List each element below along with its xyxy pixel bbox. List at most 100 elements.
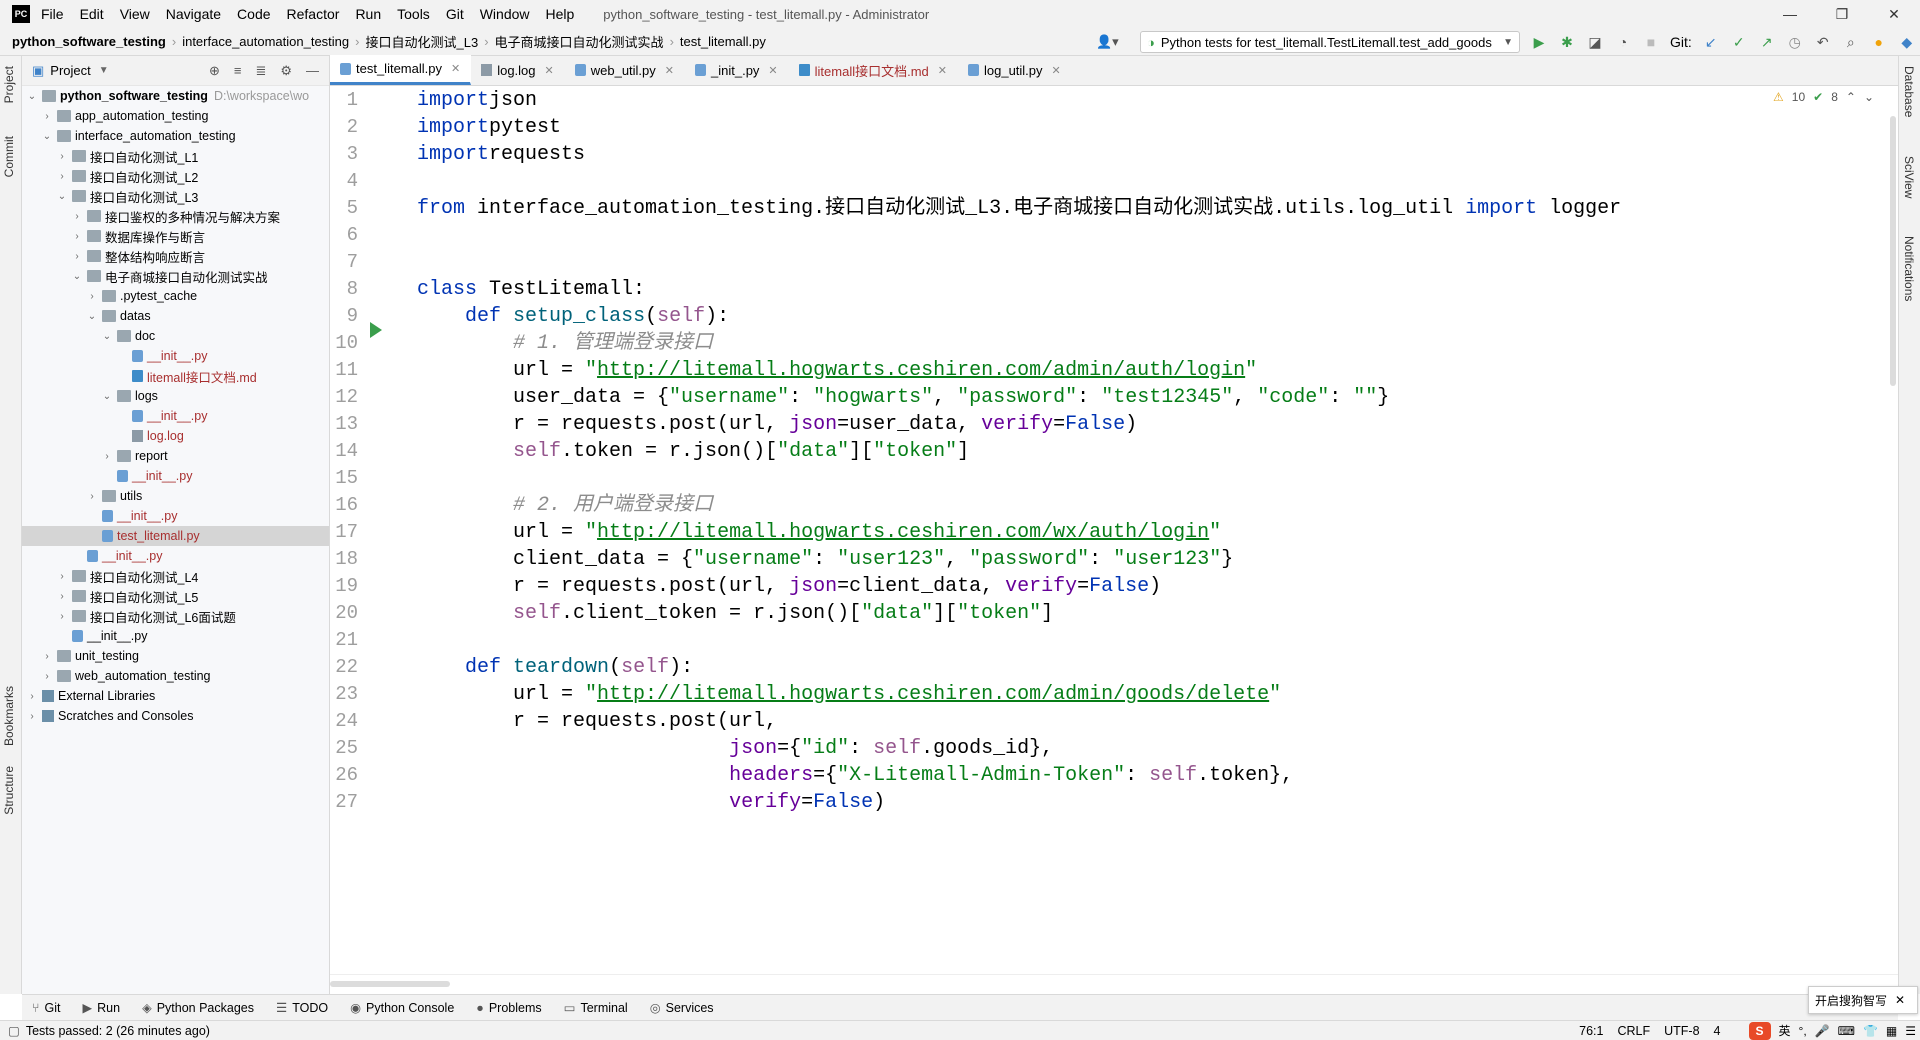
tree-item[interactable]: › 接口鉴权的多种情况与解决方案 xyxy=(22,206,329,226)
chevron-down-icon[interactable]: ⌄ xyxy=(26,91,38,102)
breadcrumb-item[interactable]: interface_automation_testing xyxy=(182,34,349,49)
breadcrumb-item[interactable]: test_litemall.py xyxy=(680,34,766,49)
chevron-right-icon[interactable]: › xyxy=(86,491,98,502)
tree-item[interactable]: ⌄ python_software_testing D:\workspace\wo xyxy=(22,86,329,106)
run-configuration-select[interactable]: ◑ Python tests for test_litemall.TestLit… xyxy=(1140,31,1520,53)
code-editor[interactable]: 1 2 3 4 5 6 7 8 9 10 11 12 13 14 15 16 17 18 19 20 21 22 23 24 2… xyxy=(330,86,1898,974)
close-icon[interactable]: ✕ xyxy=(768,64,777,77)
editor-tab[interactable]: web_util.py ✕ xyxy=(565,55,685,85)
profile-icon[interactable]: ◔ xyxy=(1614,34,1632,50)
code-line[interactable]: from interface_automation_testing.接口自动化测… xyxy=(417,192,1621,225)
breadcrumb-item[interactable]: 接口自动化测试_L3 xyxy=(366,32,479,51)
toolwindow-todo[interactable]: ☰ TODO xyxy=(276,1000,328,1016)
menu-file[interactable]: File xyxy=(40,6,65,22)
git-rollback-icon[interactable]: ↶ xyxy=(1814,34,1832,51)
code-line[interactable]: self.token = r.json()["data"]["token"] xyxy=(417,435,969,468)
toolbox-icon[interactable]: ▦ xyxy=(1886,1024,1897,1038)
editor-tab[interactable]: log.log ✕ xyxy=(471,55,565,85)
chevron-down-icon[interactable]: ⌄ xyxy=(101,331,113,342)
tree-item[interactable]: __init__.py xyxy=(22,626,329,646)
status-message[interactable]: Tests passed: 2 (26 minutes ago) xyxy=(26,1024,210,1038)
chevron-right-icon[interactable]: › xyxy=(56,151,68,162)
chevron-down-icon[interactable]: ⌄ xyxy=(101,391,113,402)
tree-item[interactable]: › unit_testing xyxy=(22,646,329,666)
menu-window[interactable]: Window xyxy=(479,6,531,22)
indent-setting[interactable]: 4 xyxy=(1714,1024,1721,1038)
toolwindow-run[interactable]: ▶ Run xyxy=(83,1000,121,1016)
chevron-right-icon[interactable]: › xyxy=(71,231,83,242)
file-encoding[interactable]: UTF-8 xyxy=(1664,1024,1699,1038)
chevron-right-icon[interactable]: › xyxy=(101,451,113,462)
close-icon[interactable]: ✕ xyxy=(545,64,554,77)
menu-tools[interactable]: Tools xyxy=(396,6,431,22)
close-icon[interactable]: ✕ xyxy=(938,64,947,77)
tree-item[interactable]: › 接口自动化测试_L6面试题 xyxy=(22,606,329,626)
tree-item[interactable]: __init__.py xyxy=(22,466,329,486)
code-line[interactable]: verify=False) xyxy=(417,786,885,819)
chevron-right-icon[interactable]: › xyxy=(26,691,38,702)
tree-item[interactable]: ⌄ interface_automation_testing xyxy=(22,126,329,146)
toolwindow-python-console[interactable]: ◉ Python Console xyxy=(350,1000,454,1016)
chevron-down-icon[interactable]: ⌄ xyxy=(86,311,98,322)
tab-structure[interactable]: Structure xyxy=(2,766,16,815)
horizontal-scrollbar[interactable] xyxy=(330,981,450,987)
tree-item[interactable]: ⌄ 电子商城接口自动化测试实战 xyxy=(22,266,329,286)
locate-file-icon[interactable]: ⊕ xyxy=(209,63,220,79)
git-push-icon[interactable]: ↗ xyxy=(1758,34,1776,51)
toolwindow-services[interactable]: ◎ Services xyxy=(650,1000,714,1016)
run-gutter-icon[interactable] xyxy=(370,322,382,338)
code-line[interactable]: self.client_token = r.json()["data"]["to… xyxy=(417,597,1053,630)
tree-item[interactable]: › 接口自动化测试_L2 xyxy=(22,166,329,186)
keyboard-icon[interactable]: ⌨ xyxy=(1838,1024,1855,1038)
tree-item[interactable]: ⌄ 接口自动化测试_L3 xyxy=(22,186,329,206)
chevron-right-icon[interactable]: › xyxy=(56,571,68,582)
tab-database[interactable]: Database xyxy=(1902,66,1916,117)
tree-item[interactable]: › 接口自动化测试_L4 xyxy=(22,566,329,586)
ide-logo-icon[interactable]: ◆ xyxy=(1898,34,1916,51)
tree-item[interactable]: › 接口自动化测试_L5 xyxy=(22,586,329,606)
tree-item[interactable]: › report xyxy=(22,446,329,466)
editor-tab[interactable]: test_litemall.py ✕ xyxy=(330,55,472,85)
menu-navigate[interactable]: Navigate xyxy=(165,6,222,22)
toolwindow-terminal[interactable]: ▭ Terminal xyxy=(564,1000,628,1016)
microphone-icon[interactable]: 🎤 xyxy=(1815,1024,1830,1038)
coverage-icon[interactable]: ◪ xyxy=(1586,34,1604,51)
chevron-right-icon[interactable]: › xyxy=(56,591,68,602)
git-history-icon[interactable]: ◷ xyxy=(1786,34,1804,51)
ime-popup-label[interactable]: 开启搜狗智写 xyxy=(1815,992,1887,1009)
project-panel-title[interactable]: Project xyxy=(50,63,90,78)
git-update-icon[interactable]: ↙ xyxy=(1702,34,1720,51)
code-line[interactable]: importrequests xyxy=(417,138,585,171)
tree-item[interactable]: › 接口自动化测试_L1 xyxy=(22,146,329,166)
updates-icon[interactable]: ● xyxy=(1870,34,1888,50)
user-icon[interactable]: 👤▾ xyxy=(1096,34,1119,50)
chevron-right-icon[interactable]: › xyxy=(86,291,98,302)
debug-icon[interactable]: ✱ xyxy=(1558,34,1576,51)
tab-notifications[interactable]: Notifications xyxy=(1902,236,1916,301)
menu-git[interactable]: Git xyxy=(445,6,465,22)
chevron-down-icon[interactable]: ⌄ xyxy=(1864,90,1874,104)
tree-item[interactable]: › 整体结构响应断言 xyxy=(22,246,329,266)
editor-tab[interactable]: log_util.py ✕ xyxy=(958,55,1072,85)
chevron-right-icon[interactable]: › xyxy=(26,711,38,722)
chevron-right-icon[interactable]: › xyxy=(71,211,83,222)
tree-item[interactable]: › utils xyxy=(22,486,329,506)
gear-icon[interactable]: ⚙ xyxy=(280,63,292,79)
tree-item[interactable]: ⌄ datas xyxy=(22,306,329,326)
chevron-right-icon[interactable]: › xyxy=(71,251,83,262)
skin-icon[interactable]: 👕 xyxy=(1863,1024,1878,1038)
close-icon[interactable]: ✕ xyxy=(1895,993,1905,1007)
chevron-right-icon[interactable]: › xyxy=(41,111,53,122)
breadcrumb-item[interactable]: 电子商城接口自动化测试实战 xyxy=(495,32,664,51)
tab-project[interactable]: Project xyxy=(2,66,16,103)
close-icon[interactable]: ✕ xyxy=(1052,64,1061,77)
menu-code[interactable]: Code xyxy=(236,6,271,22)
tab-sciview[interactable]: SciView xyxy=(1902,156,1916,198)
inspection-widget[interactable]: ⚠ 10 ✔ 8 ⌃ ⌄ xyxy=(1773,90,1874,104)
toolwindow-python-packages[interactable]: ◈ Python Packages xyxy=(142,1000,254,1016)
tree-item[interactable]: ⌄ doc xyxy=(22,326,329,346)
sogou-ime-icon[interactable]: S xyxy=(1748,1021,1771,1040)
tree-item[interactable]: __init__.py xyxy=(22,406,329,426)
line-separator[interactable]: CRLF xyxy=(1617,1024,1650,1038)
expand-all-icon[interactable]: ≡ xyxy=(234,63,242,79)
